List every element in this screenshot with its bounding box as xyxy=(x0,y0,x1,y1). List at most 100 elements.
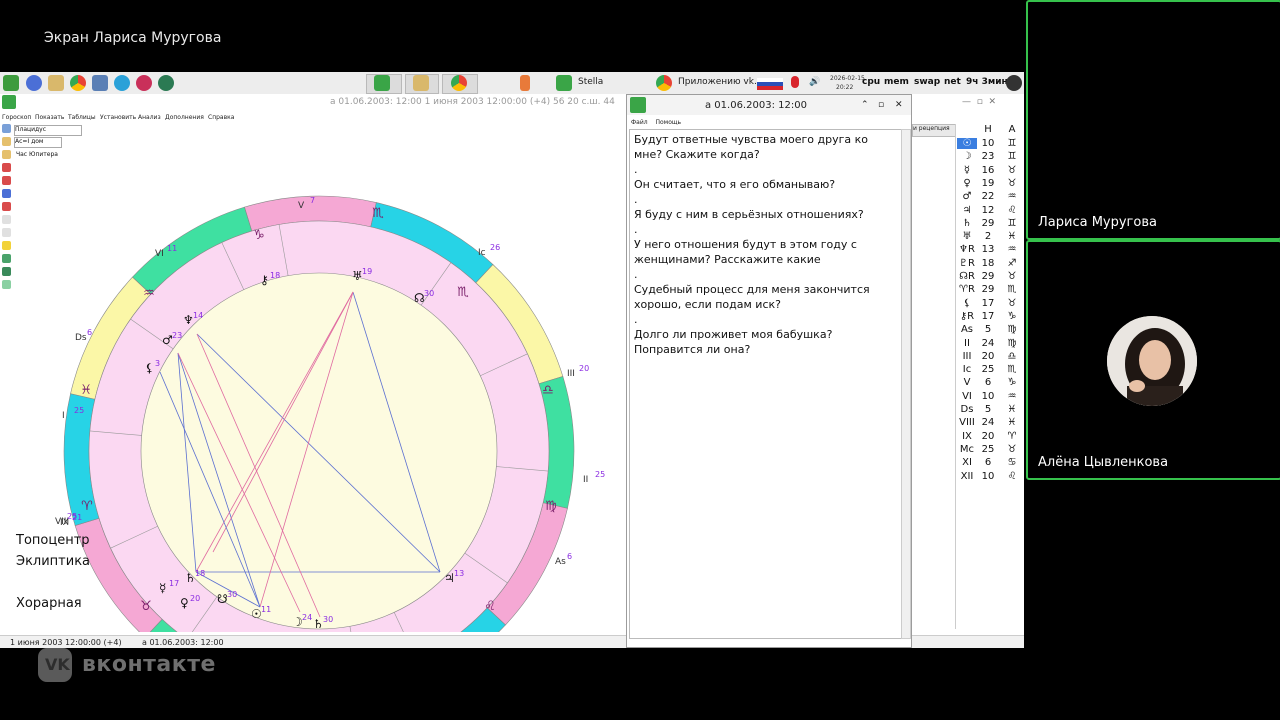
os-taskbar: Stella Приложению vk... 🔊 2026-02-15 20:… xyxy=(0,72,1024,95)
dialog-maximize-button[interactable]: ▫ xyxy=(878,100,884,110)
table-row[interactable]: ♈R 29 ♏ xyxy=(956,284,1022,297)
table-row[interactable]: ♀ 19 ♉ xyxy=(956,178,1022,191)
table-row[interactable]: VI 10 ♒ xyxy=(956,391,1022,404)
reception-tab-label: и рецепция xyxy=(913,125,950,132)
table-cell: 17 xyxy=(981,297,995,309)
table-cell: 20 xyxy=(981,350,995,362)
table-cell: ♊ xyxy=(1007,151,1017,163)
table-row[interactable]: ☿ 16 ♉ xyxy=(956,165,1022,178)
zodiac-glyph: ♎ xyxy=(542,383,554,398)
dialog-title-bar[interactable]: а 01.06.2003: 12:00 ⌃ ▫ ✕ xyxy=(627,95,911,115)
table-row[interactable]: As 5 ♍ xyxy=(956,324,1022,337)
dialog-minimize-button[interactable]: ⌃ xyxy=(861,100,869,110)
table-row[interactable]: Ic 25 ♏ xyxy=(956,364,1022,377)
table-row[interactable]: ♄ 29 ♊ xyxy=(956,218,1022,231)
calculator-icon[interactable] xyxy=(92,75,108,91)
reception-tab[interactable]: и рецепция xyxy=(912,124,956,137)
table-cell: 29 xyxy=(981,271,995,282)
table-row[interactable]: Ds 5 ♓ xyxy=(956,404,1022,417)
table-cell: 29 xyxy=(981,284,995,296)
telegram-icon[interactable] xyxy=(114,75,130,91)
table-cell: ♋ xyxy=(1007,457,1017,469)
table-cell: ☿ xyxy=(963,164,971,176)
table-cell: ♒ xyxy=(1007,244,1017,256)
table-header-cell: Н xyxy=(984,124,992,135)
table-row[interactable]: Mc 25 ♉ xyxy=(956,444,1022,457)
brand-name: вконтакте xyxy=(82,652,216,677)
dialog-menu-help[interactable]: Помощь xyxy=(656,119,682,126)
table-row[interactable]: II 24 ♍ xyxy=(956,338,1022,351)
table-row[interactable]: ♂ 22 ♒ xyxy=(956,191,1022,204)
status-left: 1 июня 2003 12:00:00 (+4) xyxy=(10,638,122,647)
table-cell: ♒ xyxy=(1007,390,1017,402)
question-text: Долго ли проживет моя бабушка? Поправитс… xyxy=(634,328,833,356)
video-tile-larisa[interactable]: Лариса Муругова xyxy=(1026,0,1280,240)
table-row[interactable]: V 6 ♑ xyxy=(956,377,1022,390)
book-task-icon xyxy=(413,75,429,91)
table-header: НА xyxy=(956,124,1022,137)
table-row[interactable]: ♆R 13 ♒ xyxy=(956,244,1022,257)
question-text: Он считает, что я его обманываю? xyxy=(634,178,836,191)
table-cell: 20 xyxy=(981,430,995,442)
house-label: As xyxy=(555,557,566,567)
start-menu-icon[interactable] xyxy=(3,75,19,91)
power-icon[interactable] xyxy=(1006,75,1022,91)
task-stella-label[interactable]: Stella xyxy=(578,77,603,87)
table-row[interactable]: VIII 24 ♓ xyxy=(956,417,1022,430)
dialog-close-button[interactable]: ✕ xyxy=(895,100,903,110)
planet-degree: 18 xyxy=(270,271,280,280)
speaker-icon[interactable]: 🔊 xyxy=(809,77,820,87)
media-icon[interactable] xyxy=(136,75,152,91)
table-row[interactable]: ☉ 10 ♊ xyxy=(956,138,1022,151)
table-cell: As xyxy=(960,324,974,336)
planet-glyph: ☿ xyxy=(159,581,166,595)
dialog-text-area[interactable]: Будут ответные чувства моего друга ко мн… xyxy=(629,129,902,639)
table-cell: 2 xyxy=(984,231,992,243)
table-row[interactable]: XII 10 ♌ xyxy=(956,471,1022,484)
planet-degree: 30 xyxy=(227,590,237,599)
table-row[interactable]: ⚸ 17 ♉ xyxy=(956,298,1022,311)
skype-icon[interactable] xyxy=(26,75,42,91)
microphone-icon[interactable] xyxy=(791,76,799,88)
table-cell: VIII xyxy=(959,417,975,429)
table-cell: 25 xyxy=(981,443,995,455)
house-label: II xyxy=(583,475,588,485)
house-degree: 7 xyxy=(310,196,315,205)
dialog-scrollbar[interactable] xyxy=(901,129,911,639)
table-cell: 10 xyxy=(981,390,995,402)
table-row[interactable]: ♃ 12 ♌ xyxy=(956,205,1022,218)
planet-glyph: ⚸ xyxy=(145,361,154,375)
house-label: I xyxy=(62,411,65,421)
chrome-vk-icon xyxy=(656,75,672,91)
table-row[interactable]: ⚷R 17 ♑ xyxy=(956,311,1022,324)
table-cell: ♑ xyxy=(1007,377,1017,389)
table-row[interactable]: XI 6 ♋ xyxy=(956,457,1022,470)
chrome-icon[interactable] xyxy=(70,75,86,91)
natal-chart[interactable]: ♑♏♎♍♌♋♊♉♈♓♒♏I25II25III20Ic26V7VI11Ds6VII… xyxy=(0,112,620,632)
globe-icon[interactable] xyxy=(158,75,174,91)
house-label: III xyxy=(567,369,575,379)
net-meter: net xyxy=(944,77,961,87)
dialog-menu-file[interactable]: Файл xyxy=(631,119,648,126)
dialog-menu-bar: Файл Помощь xyxy=(631,119,687,126)
table-cell: 6 xyxy=(984,457,992,469)
participant-avatar xyxy=(1107,316,1197,406)
table-cell: IX xyxy=(962,430,972,442)
book-icon[interactable] xyxy=(48,75,64,91)
table-row[interactable]: ♇R 18 ♐ xyxy=(956,258,1022,271)
orange-icon[interactable] xyxy=(520,75,530,91)
table-row[interactable]: ☽ 23 ♊ xyxy=(956,151,1022,164)
ru-flag-icon[interactable] xyxy=(757,78,783,90)
table-cell: 6 xyxy=(984,377,992,389)
table-row[interactable]: ☊R 29 ♉ xyxy=(956,271,1022,284)
table-row[interactable]: IX 20 ♈ xyxy=(956,431,1022,444)
stella-window-controls[interactable]: — ▫ ✕ xyxy=(962,97,996,107)
table-cell: Mc xyxy=(959,443,975,455)
task-vk-label[interactable]: Приложению vk... xyxy=(678,77,763,87)
table-cell: ♇R xyxy=(959,257,975,269)
table-cell: 25 xyxy=(981,364,995,376)
table-cell: ♉ xyxy=(1007,177,1017,189)
table-row[interactable]: III 20 ♎ xyxy=(956,351,1022,364)
uptime-label: 9ч 3мин xyxy=(966,77,1008,87)
table-row[interactable]: ♅ 2 ♓ xyxy=(956,231,1022,244)
